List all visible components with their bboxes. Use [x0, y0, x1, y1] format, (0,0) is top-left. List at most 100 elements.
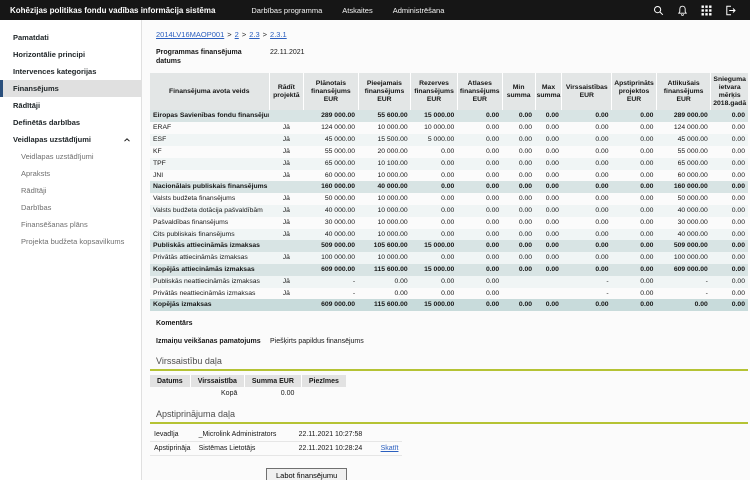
row-value: 0.00 — [612, 122, 657, 134]
row-value: 0.00 — [535, 229, 562, 241]
row-value: 0.00 — [612, 264, 657, 276]
row-show-in-project: Jā — [269, 205, 304, 217]
breadcrumb-link-1[interactable]: 2 — [235, 30, 239, 39]
virssaistibas-total-label: Kopā — [190, 387, 244, 399]
edit-financing-button[interactable]: Labot finansējumu — [266, 468, 347, 480]
row-show-in-project: Jā — [269, 170, 304, 182]
sidebar-item-2[interactable]: Intervences kategorijas — [0, 63, 141, 80]
approval-row: Ievadīja_Microlink Administrators22.11.2… — [150, 428, 402, 442]
row-value: 20 000.00 — [358, 146, 411, 158]
row-value: 0.00 — [535, 146, 562, 158]
row-value: 0.00 — [535, 134, 562, 146]
row-value: 0.00 — [711, 193, 748, 205]
top-nav-item-1[interactable]: Atskaites — [342, 6, 372, 15]
approval-row: ApstiprinājaSistēmas Lietotājs22.11.2021… — [150, 442, 402, 456]
breadcrumb-link-2[interactable]: 2.3 — [249, 30, 259, 39]
row-value: 0.00 — [457, 193, 502, 205]
row-value: 10 000.00 — [358, 205, 411, 217]
row-value: 0.00 — [502, 252, 535, 264]
sidebar-item-label: Horizontālie principi — [13, 50, 85, 59]
sidebar-subitem-6-3[interactable]: Darbības — [0, 199, 141, 216]
row-value: 0.00 — [502, 110, 535, 122]
row-value: 40 000.00 — [304, 229, 358, 241]
row-value: 0.00 — [411, 146, 458, 158]
sidebar-subitem-6-0[interactable]: Veidlapas uzstādījumi — [0, 148, 141, 165]
view-link[interactable]: Skatīt — [381, 445, 399, 452]
row-value: 55 600.00 — [358, 110, 411, 122]
sidebar-subitem-6-5[interactable]: Projekta budžeta kopsavilkums — [0, 233, 141, 250]
change-reason-row: Izmaiņu veikšanas pamatojums Piešķirts p… — [156, 337, 748, 346]
sidebar-item-1[interactable]: Horizontālie principi — [0, 46, 141, 63]
top-nav-item-0[interactable]: Darbības programma — [251, 6, 322, 15]
row-value: 124 000.00 — [304, 122, 358, 134]
sidebar-item-5[interactable]: Definētās darbības — [0, 114, 141, 131]
table-row: Publiskās neattiecināmās izmaksasJā-0.00… — [150, 276, 748, 288]
breadcrumb-link-3[interactable]: 2.3.1 — [270, 30, 287, 39]
row-show-in-project — [269, 264, 304, 276]
finance-col-header-4: Rezerves finansējums EUR — [411, 73, 458, 110]
search-icon[interactable] — [653, 5, 664, 16]
row-value: 115 600.00 — [358, 264, 411, 276]
row-label: Privātās neattiecināmās izmaksas — [150, 288, 269, 300]
approval-row-timestamp: 22.11.2021 10:27:58 — [295, 428, 377, 442]
notifications-icon[interactable] — [677, 5, 688, 16]
finance-col-header-3: Pieejamais finansējums EUR — [358, 73, 411, 110]
row-value: 0.00 — [457, 122, 502, 134]
breadcrumb-link-0[interactable]: 2014LV16MAOP001 — [156, 30, 224, 39]
row-value: - — [656, 276, 710, 288]
change-reason-value: Piešķirts papildus finansējums — [270, 337, 364, 346]
row-label: Valsts budžeta dotācija pašvaldībām — [150, 205, 269, 217]
button-row: Labot finansējumu — [266, 465, 748, 480]
table-row: ESFJā45 000.0015 500.005 000.000.000.000… — [150, 134, 748, 146]
row-value: 0.00 — [562, 240, 612, 252]
finance-col-header-2: Plānotais finansējums EUR — [304, 73, 358, 110]
row-value: 0.00 — [562, 264, 612, 276]
logout-icon[interactable] — [725, 5, 736, 16]
row-label: Privātās attiecināmās izmaksas — [150, 252, 269, 264]
row-show-in-project: Jā — [269, 217, 304, 229]
row-value: 10 000.00 — [358, 229, 411, 241]
row-value: 0.00 — [711, 146, 748, 158]
sidebar-item-label: Intervences kategorijas — [13, 67, 96, 76]
row-value: 0.00 — [711, 217, 748, 229]
row-value: 0.00 — [711, 299, 748, 311]
sidebar-item-label: Veidlapas uzstādījumi — [13, 135, 91, 144]
row-value: 0.00 — [612, 193, 657, 205]
table-row: ERAFJā124 000.0010 000.0010 000.000.000.… — [150, 122, 748, 134]
sidebar-subitem-6-4[interactable]: Finansēšanas plāns — [0, 216, 141, 233]
row-value: 5 000.00 — [411, 134, 458, 146]
table-row: Pašvaldības finansējumsJā30 000.0010 000… — [150, 217, 748, 229]
row-show-in-project: Jā — [269, 122, 304, 134]
sidebar-item-4[interactable]: Rādītāji — [0, 97, 141, 114]
sidebar-item-3[interactable]: Finansējums — [0, 80, 141, 97]
virssaistibas-col-header-2: Summa EUR — [244, 375, 301, 387]
row-value: 0.00 — [502, 299, 535, 311]
row-value: 0.00 — [535, 299, 562, 311]
app-switcher-icon[interactable] — [701, 5, 712, 16]
row-value: 0.00 — [612, 299, 657, 311]
row-value: - — [656, 288, 710, 300]
row-value: - — [562, 276, 612, 288]
row-value: 0.00 — [711, 288, 748, 300]
sidebar-subitem-6-2[interactable]: Rādītāji — [0, 182, 141, 199]
table-row: JNIJā60 000.0010 000.000.000.000.000.000… — [150, 170, 748, 182]
row-value: 0.00 — [612, 181, 657, 193]
row-label: JNI — [150, 170, 269, 182]
top-nav-item-2[interactable]: Administrēšana — [393, 6, 445, 15]
row-value: 0.00 — [358, 288, 411, 300]
row-value: 40 000.00 — [656, 205, 710, 217]
sidebar-item-6[interactable]: Veidlapas uzstādījumi — [0, 131, 141, 148]
row-value: 45 000.00 — [304, 134, 358, 146]
row-value: 10 000.00 — [358, 252, 411, 264]
row-value: 0.00 — [502, 134, 535, 146]
finance-table: Finansējuma avota veidsRādīt projektāPlā… — [150, 73, 748, 311]
table-row: Privātās neattiecināmās izmaksasJā-0.000… — [150, 288, 748, 300]
sidebar-item-0[interactable]: Pamatdati — [0, 29, 141, 46]
approval-table: Ievadīja_Microlink Administrators22.11.2… — [150, 428, 402, 456]
table-row: Kopējās izmaksas609 000.00115 600.0015 0… — [150, 299, 748, 311]
approval-row-timestamp: 22.11.2021 10:28:24 — [295, 442, 377, 456]
row-value: 0.00 — [535, 181, 562, 193]
row-label: TPF — [150, 158, 269, 170]
row-value: 0.00 — [502, 193, 535, 205]
sidebar-subitem-6-1[interactable]: Apraksts — [0, 165, 141, 182]
